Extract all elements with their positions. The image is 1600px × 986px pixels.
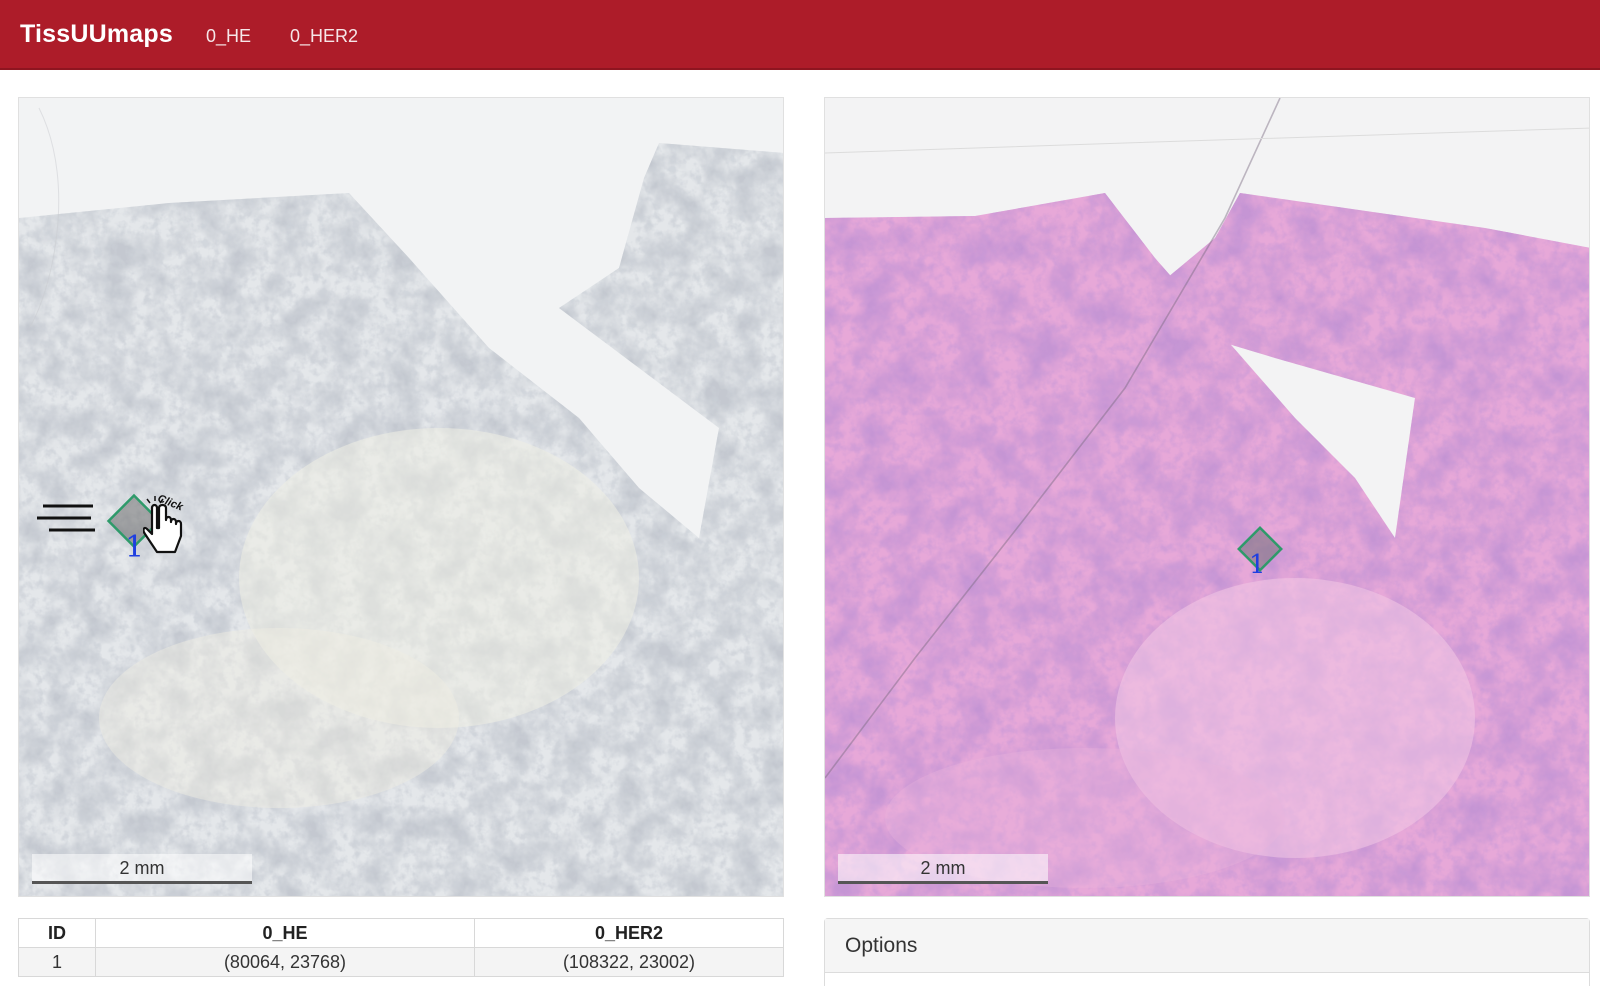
landmark-label: 1: [1249, 550, 1266, 580]
options-panel: Options: [824, 918, 1590, 986]
table-row[interactable]: 1 (80064, 23768) (108322, 23002): [18, 947, 784, 977]
motion-lines-icon: [37, 504, 95, 532]
tissue-image-he: [825, 98, 1589, 896]
app-brand[interactable]: TissUUmaps: [20, 20, 173, 49]
column-header-id: ID: [18, 918, 96, 948]
image-viewer-her2[interactable]: 1 Click 2 mm: [18, 97, 784, 897]
scale-bar: 2 mm: [32, 854, 252, 884]
table-header-row: ID 0_HE 0_HER2: [18, 918, 784, 948]
cell-her2-coords: (108322, 23002): [474, 947, 784, 977]
image-viewer-he[interactable]: 1 2 mm: [824, 97, 1590, 897]
options-header[interactable]: Options: [825, 919, 1589, 973]
cell-id: 1: [18, 947, 96, 977]
nav-tab-0-her2[interactable]: 0_HER2: [290, 26, 358, 47]
landmark-label: 1: [125, 530, 145, 565]
column-header-0-he: 0_HE: [95, 918, 475, 948]
top-navbar: TissUUmaps 0_HE 0_HER2: [0, 0, 1600, 70]
column-header-0-her2: 0_HER2: [474, 918, 784, 948]
landmark-table: ID 0_HE 0_HER2 1 (80064, 23768) (108322,…: [18, 918, 784, 977]
scale-bar: 2 mm: [838, 854, 1048, 884]
nav-tab-0-he[interactable]: 0_HE: [206, 26, 251, 47]
cell-he-coords: (80064, 23768): [95, 947, 475, 977]
